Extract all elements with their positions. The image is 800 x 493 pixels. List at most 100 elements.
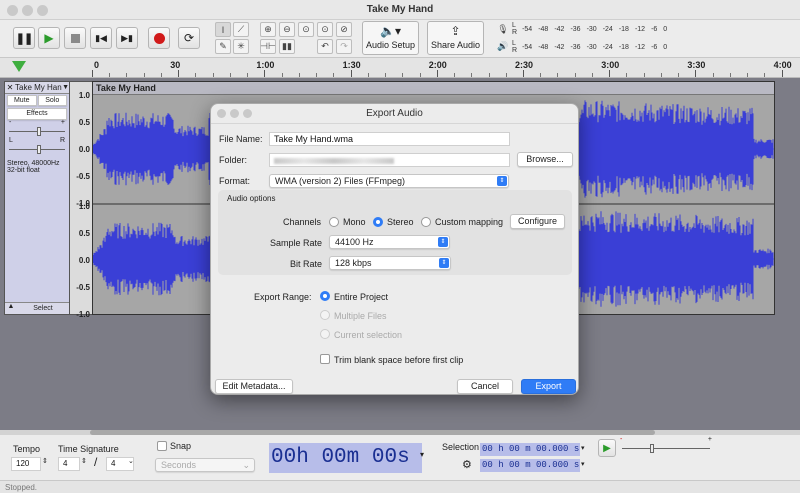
zoom-in-button[interactable]: ⊕: [260, 22, 276, 37]
snap-checkbox[interactable]: [157, 441, 167, 451]
range-entire-radio[interactable]: [320, 291, 330, 301]
browse-button[interactable]: Browse...: [517, 152, 573, 167]
share-audio-button[interactable]: ⇪ Share Audio: [427, 21, 484, 55]
channel-mono-label[interactable]: Mono: [343, 217, 366, 227]
selection-tool-button[interactable]: I: [215, 22, 231, 37]
channel-stereo-label[interactable]: Stereo: [387, 217, 414, 227]
pause-button[interactable]: ❚❚: [13, 27, 35, 49]
play-button[interactable]: ▶: [38, 27, 60, 49]
undo-button[interactable]: ↶: [317, 39, 333, 54]
range-multiple-label[interactable]: Multiple Files: [334, 311, 387, 321]
chevron-down-icon[interactable]: ▾: [581, 444, 585, 452]
timeline-options-icon[interactable]: [12, 61, 26, 72]
chevron-down-icon[interactable]: ▾: [420, 450, 424, 459]
ruler-minor-tick: [316, 73, 318, 77]
channel-custom-label[interactable]: Custom mapping: [435, 217, 503, 227]
draw-tool-button[interactable]: ✎: [215, 39, 231, 54]
cancel-button[interactable]: Cancel: [457, 379, 513, 394]
ruler-minor-tick: [678, 73, 680, 77]
tempo-field[interactable]: 120: [11, 457, 41, 471]
zoom-out-button[interactable]: ⊖: [279, 22, 295, 37]
window-title: Take My Hand: [366, 4, 434, 15]
time-sig-slash: /: [94, 455, 98, 469]
trim-blank-checkbox[interactable]: [320, 354, 330, 364]
select-track-button[interactable]: Select: [17, 303, 69, 314]
i-beam-icon: I: [221, 24, 225, 35]
range-current-radio[interactable]: [320, 329, 330, 339]
file-name-field[interactable]: Take My Hand.wma: [269, 132, 510, 146]
loop-button[interactable]: ⟳: [178, 27, 200, 49]
pan-left-label: L: [9, 137, 13, 144]
sample-rate-select[interactable]: 44100 Hz ⇕: [329, 235, 450, 249]
loop-icon: ⟳: [183, 31, 195, 45]
amplitude-tick-label: 0.0: [78, 256, 90, 265]
clip-title[interactable]: Take My Hand: [93, 82, 774, 95]
solo-button[interactable]: Solo: [37, 95, 67, 106]
channel-stereo-radio[interactable]: [373, 217, 383, 227]
scrollbar-thumb[interactable]: [90, 430, 655, 435]
format-select[interactable]: WMA (version 2) Files (FFmpeg) ⇕: [269, 174, 509, 188]
record-button[interactable]: [148, 27, 170, 49]
playback-meter[interactable]: LR -54 -48 -42 -36 -30 -24 -18 -12 -6 0: [512, 40, 680, 54]
range-current-label[interactable]: Current selection: [334, 330, 402, 340]
skip-to-start-button[interactable]: ▮◀: [90, 27, 112, 49]
track-control-panel[interactable]: ✕ Take My Han ▼ Mute Solo Effects - + L …: [4, 81, 70, 315]
record-meter[interactable]: LR -54 -48 -42 -36 -30 -24 -18 -12 -6 0: [512, 22, 680, 36]
collapse-track-icon[interactable]: ▲: [5, 303, 17, 314]
stop-button[interactable]: [64, 27, 86, 49]
channel-custom-radio[interactable]: [421, 217, 431, 227]
selection-start-field[interactable]: 00 h 00 m 00.000 s: [480, 443, 580, 456]
effects-button[interactable]: Effects: [7, 108, 67, 120]
redo-button[interactable]: ↷: [336, 39, 352, 54]
playback-speed-slider[interactable]: - +: [620, 436, 712, 456]
ruler-tick-mark: [695, 70, 697, 77]
horizontal-scrollbar[interactable]: [0, 430, 800, 435]
trim-blank-label[interactable]: Trim blank space before first clip: [334, 355, 463, 365]
snap-unit-select[interactable]: Seconds ⌄: [155, 458, 255, 472]
sample-rate-label: Sample Rate: [270, 238, 323, 248]
track-name-button[interactable]: Take My Han: [15, 83, 62, 92]
audio-setup-button[interactable]: 🔈▾ Audio Setup: [362, 21, 419, 55]
edit-metadata-button[interactable]: Edit Metadata...: [215, 379, 293, 394]
chevron-down-icon[interactable]: ⌄: [128, 457, 134, 465]
silence-audio-button[interactable]: ▮▮: [279, 39, 295, 54]
selection-end-field[interactable]: 00 h 00 m 00.000 s: [480, 459, 580, 472]
ruler-minor-tick: [591, 73, 593, 77]
gear-icon[interactable]: ⚙: [462, 458, 472, 471]
folder-field[interactable]: [269, 153, 510, 167]
trim-audio-button[interactable]: ⊣⊢: [260, 39, 276, 54]
meter-tick-label: -18: [618, 43, 629, 51]
skip-start-icon: ▮◀: [95, 32, 107, 43]
chevron-down-icon[interactable]: ▾: [581, 460, 585, 468]
ruler-tick-label: 1:30: [342, 60, 361, 70]
channels-label: Channels: [283, 217, 322, 227]
chevron-down-icon[interactable]: ▼: [62, 84, 69, 91]
numerator-stepper-icon[interactable]: ⇕: [81, 457, 87, 465]
skip-to-end-button[interactable]: ▶▮: [116, 27, 138, 49]
fit-selection-button[interactable]: ⊙: [298, 22, 314, 37]
ruler-minor-tick: [712, 73, 714, 77]
tempo-stepper-icon[interactable]: ⇕: [42, 457, 48, 465]
amplitude-tick-label: -0.5: [76, 283, 90, 292]
configure-button[interactable]: Configure: [510, 214, 565, 229]
gain-slider[interactable]: - +: [9, 119, 65, 138]
fit-project-button[interactable]: ⊙: [317, 22, 333, 37]
timeline-ruler[interactable]: [0, 58, 800, 78]
time-sig-numerator[interactable]: 4: [58, 457, 80, 471]
close-track-icon[interactable]: ✕: [5, 83, 15, 92]
range-multiple-radio[interactable]: [320, 310, 330, 320]
export-button[interactable]: Export: [521, 379, 576, 394]
pan-slider[interactable]: L R: [9, 137, 65, 156]
range-entire-label[interactable]: Entire Project: [334, 292, 388, 302]
time-display[interactable]: 00h 00m 00s: [269, 443, 422, 473]
zoom-toggle-button[interactable]: ⊘: [336, 22, 352, 37]
mute-button[interactable]: Mute: [7, 95, 37, 106]
envelope-tool-button[interactable]: ⟋: [233, 22, 249, 37]
select-arrows-icon: ⇕: [497, 176, 507, 186]
play-at-speed-button[interactable]: ▶: [598, 439, 616, 457]
skip-end-icon: ▶▮: [121, 32, 133, 43]
bit-rate-select[interactable]: 128 kbps ⇕: [329, 256, 451, 270]
snap-label[interactable]: Snap: [170, 441, 191, 451]
channel-mono-radio[interactable]: [329, 217, 339, 227]
multi-tool-button[interactable]: ✳: [233, 39, 249, 54]
